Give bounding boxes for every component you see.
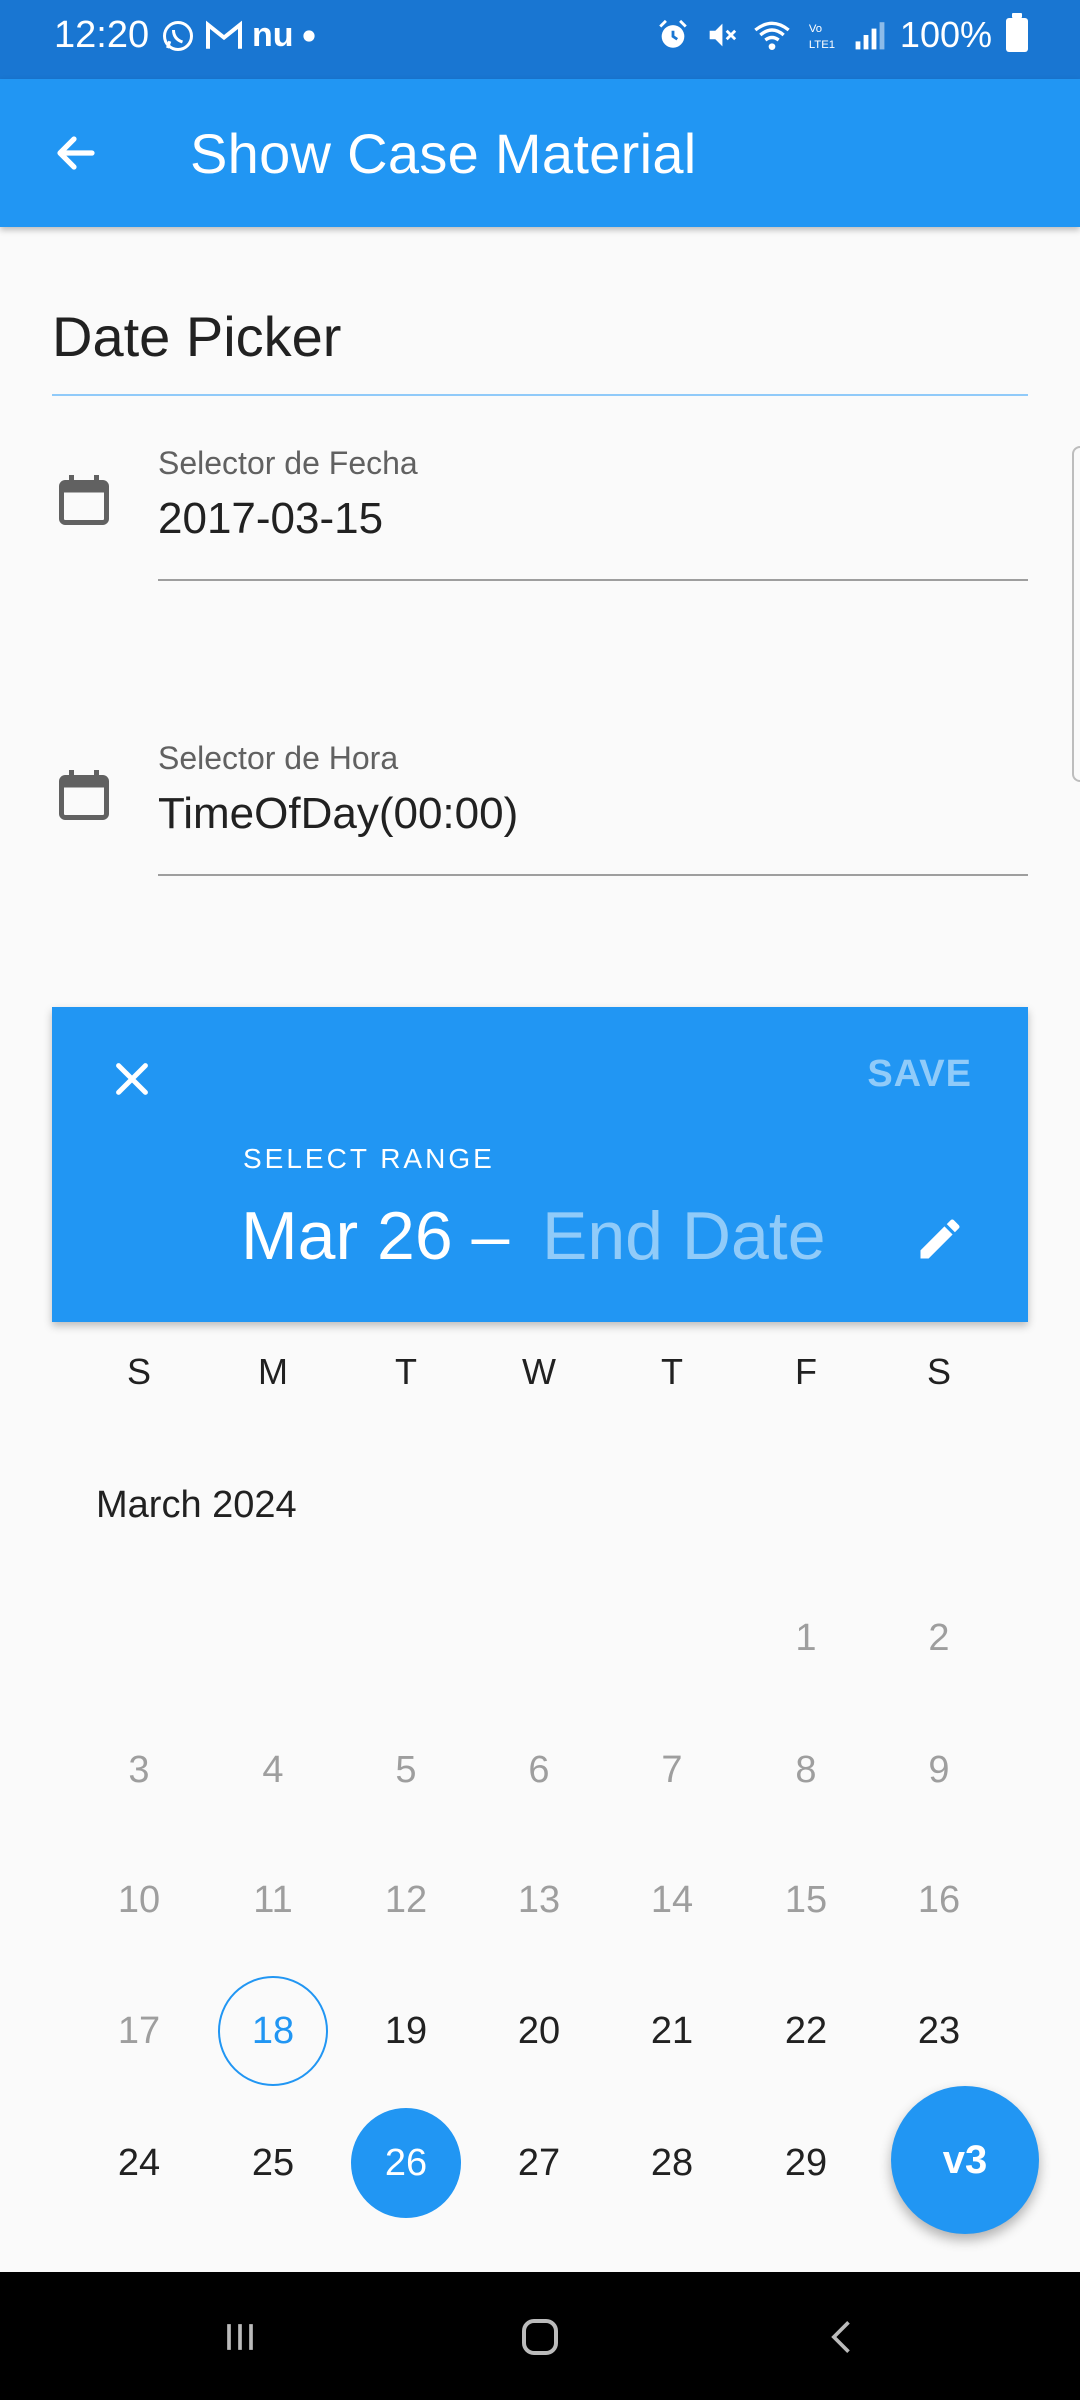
calendar-day: 13	[517, 1878, 561, 1921]
arrow-back-icon	[57, 136, 95, 170]
home-button[interactable]	[500, 2302, 580, 2372]
calendar-day[interactable]: 27	[484, 2108, 594, 2218]
calendar-day: 12	[384, 1878, 428, 1921]
recent-apps-button[interactable]	[200, 2302, 280, 2372]
time-field-label: Selector de Hora	[158, 740, 399, 776]
battery-icon	[1006, 13, 1028, 52]
weekday-label: T	[395, 1351, 417, 1392]
date-field-underline	[158, 579, 1028, 581]
calendar-day: 16	[917, 1878, 961, 1921]
calendar-day: 6	[528, 1748, 550, 1791]
calendar-day: 10	[117, 1878, 161, 1921]
calendar-day[interactable]: 22	[751, 1976, 861, 2086]
mute-icon	[709, 23, 737, 47]
calendar-day: 17	[117, 2009, 161, 2052]
weekday-label: S	[126, 1351, 151, 1392]
calendar-day: 5	[395, 1748, 417, 1791]
status-bar: 12:20 nu Vo LTE1 100%	[0, 0, 1080, 79]
calendar-day[interactable]: 21	[617, 1976, 727, 2086]
version-fab[interactable]: v3	[891, 2086, 1039, 2234]
pencil-icon	[920, 1219, 960, 1259]
status-time: 12:20	[54, 14, 150, 56]
calendar-day[interactable]: 26	[351, 2108, 461, 2218]
calendar-day: 14	[650, 1878, 694, 1921]
save-button[interactable]: SAVE	[867, 1053, 972, 1096]
close-icon	[116, 1063, 148, 1095]
range-start-date: Mar 26 –	[241, 1198, 510, 1274]
month-title: March 2024	[96, 1484, 297, 1526]
home-icon	[522, 2319, 558, 2355]
system-status-icons: Vo LTE1 100%	[656, 13, 1028, 56]
calendar-day[interactable]: 23	[884, 1976, 994, 2086]
calendar-day[interactable]: 25	[218, 2108, 328, 2218]
calendar-day: 9	[928, 1748, 950, 1791]
signal-icon	[855, 22, 885, 50]
wifi-icon	[754, 21, 790, 50]
svg-text:Vo: Vo	[809, 23, 822, 35]
volte-icon: Vo LTE1	[809, 23, 835, 51]
select-range-label: SELECT RANGE	[243, 1143, 495, 1174]
chevron-left-icon	[831, 2321, 850, 2353]
weekday-label: M	[258, 1351, 288, 1392]
calendar-day: 1	[795, 1616, 817, 1659]
recent-apps-icon	[227, 2324, 253, 2350]
calendar-day[interactable]: 24	[84, 2108, 194, 2218]
calendar-day: 2	[928, 1616, 950, 1659]
calendar-day[interactable]: 29	[751, 2108, 861, 2218]
date-field-value[interactable]: 2017-03-15	[158, 494, 383, 544]
calendar-day: 3	[128, 1748, 150, 1791]
calendar-day: 11	[253, 1878, 293, 1921]
nu-icon: nu	[252, 16, 294, 54]
section-title: Date Picker	[52, 305, 342, 368]
calendar-day: 8	[795, 1748, 817, 1791]
alarm-icon	[659, 19, 687, 48]
svg-text:LTE1: LTE1	[809, 39, 835, 51]
system-nav-bar	[0, 2272, 1080, 2400]
calendar-day: 15	[784, 1878, 828, 1921]
time-field-underline	[158, 874, 1028, 876]
range-end-placeholder: End Date	[542, 1198, 826, 1274]
edit-button[interactable]	[904, 1203, 976, 1275]
close-button[interactable]	[96, 1043, 168, 1115]
back-button[interactable]	[44, 121, 108, 185]
app-bar: Show Case Material	[0, 79, 1080, 227]
notification-icons: nu	[160, 16, 316, 55]
calendar-day[interactable]: 28	[617, 2108, 727, 2218]
calendar-day[interactable]: 20	[484, 1976, 594, 2086]
scrollbar[interactable]	[1072, 446, 1080, 782]
weekday-label: W	[522, 1351, 556, 1392]
calendar-day[interactable]: 19	[351, 1976, 461, 2086]
date-range-header: SAVE SELECT RANGE Mar 26 – End Date	[52, 1007, 1028, 1322]
calendar-day: 4	[262, 1748, 284, 1791]
weekday-label: F	[795, 1351, 817, 1392]
whatsapp-icon	[163, 20, 193, 51]
calendar-icon	[59, 770, 109, 820]
battery-percent: 100%	[899, 14, 992, 55]
date-field-label: Selector de Fecha	[158, 445, 418, 481]
section-divider	[52, 394, 1028, 396]
calendar-icon	[59, 475, 109, 525]
calendar-day[interactable]: 18	[218, 1976, 328, 2086]
weekday-label: S	[926, 1351, 951, 1392]
back-nav-button[interactable]	[803, 2302, 883, 2372]
calendar-day: 7	[661, 1748, 683, 1791]
time-field-value[interactable]: TimeOfDay(00:00)	[158, 789, 518, 839]
app-title: Show Case Material	[190, 122, 697, 185]
dot-icon	[302, 29, 315, 42]
gmail-icon	[206, 20, 242, 49]
weekday-label: T	[661, 1351, 683, 1392]
